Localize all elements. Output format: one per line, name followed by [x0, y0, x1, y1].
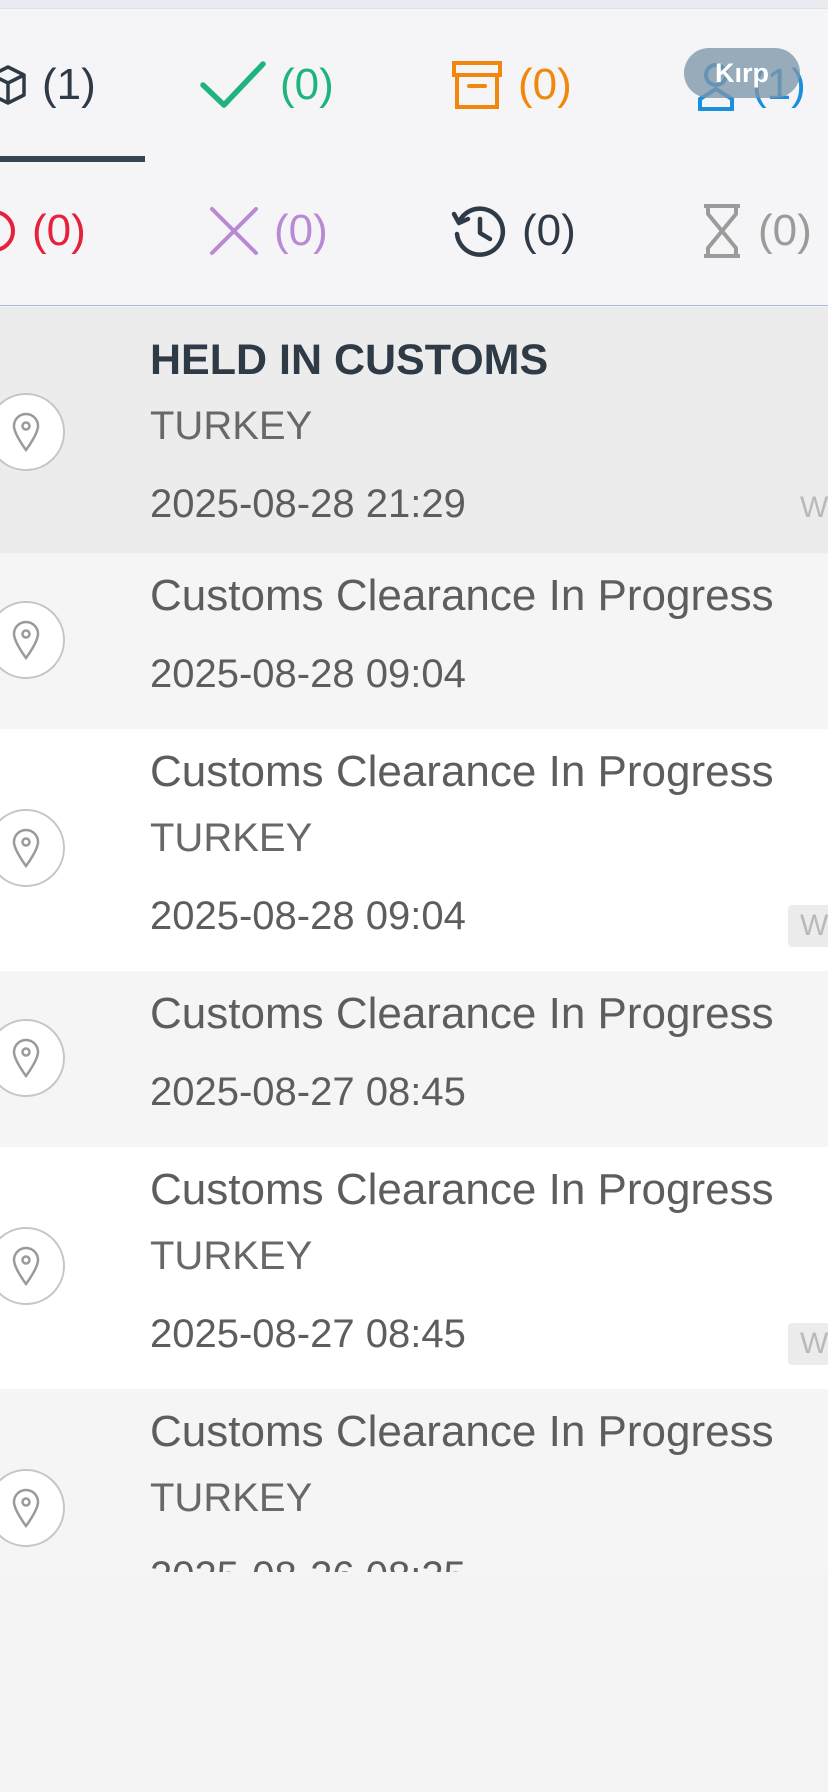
timeline-event[interactable]: Customs Clearance In Progress TURKEY 202…	[0, 1147, 828, 1389]
event-status: Customs Clearance In Progress	[150, 1407, 774, 1456]
event-status: Customs Clearance In Progress	[150, 747, 774, 796]
top-border	[0, 0, 828, 9]
timeline-event[interactable]: Customs Clearance In Progress 2025-08-27…	[0, 971, 828, 1147]
package-icon	[0, 63, 28, 107]
timeline-event[interactable]: HELD IN CUSTOMS TURKEY 2025-08-28 21:29 …	[0, 307, 828, 553]
tab-delivered[interactable]: (0)	[200, 55, 334, 115]
cancel-icon	[208, 205, 260, 257]
history-icon	[450, 202, 508, 260]
tab-count: (0)	[32, 206, 86, 255]
location-pin-icon	[0, 393, 65, 471]
tab-packed[interactable]: (0)	[450, 55, 572, 115]
tab-count: (0)	[758, 206, 812, 255]
tracking-timeline: HELD IN CUSTOMS TURKEY 2025-08-28 21:29 …	[0, 307, 828, 1572]
event-status: HELD IN CUSTOMS	[150, 336, 549, 384]
check-icon	[200, 59, 266, 111]
hourglass-icon	[700, 202, 744, 260]
event-location: TURKEY	[150, 816, 313, 860]
alert-circle-icon	[0, 207, 18, 255]
event-time: 2025-08-27 08:45	[150, 1070, 466, 1114]
event-status: Customs Clearance In Progress	[150, 571, 774, 620]
event-time: 2025-08-26 08:25	[150, 1543, 828, 1572]
event-tag: W	[788, 487, 828, 529]
event-location: TURKEY	[150, 1234, 313, 1278]
location-pin-icon	[0, 1019, 65, 1097]
location-pin-icon	[0, 1469, 65, 1547]
event-location: TURKEY	[150, 1476, 313, 1520]
event-time: 2025-08-28 09:04	[150, 894, 466, 938]
tab-all[interactable]: (1)	[0, 55, 96, 115]
timeline-event[interactable]: Customs Clearance In Progress 2025-08-28…	[0, 553, 828, 729]
timeline-event[interactable]: Customs Clearance In Progress TURKEY 202…	[0, 729, 828, 971]
event-location: TURKEY	[150, 404, 313, 448]
event-status: Customs Clearance In Progress	[150, 1165, 774, 1214]
tab-problem[interactable]: (0)	[0, 201, 86, 261]
event-time: 2025-08-28 09:04	[150, 652, 466, 696]
box-icon	[450, 59, 504, 111]
tab-count: (0)	[522, 206, 576, 255]
tab-count: (0)	[518, 60, 572, 109]
location-pin-icon	[0, 1227, 65, 1305]
event-time: 2025-08-27 08:45	[150, 1312, 466, 1356]
event-status: Customs Clearance In Progress	[150, 989, 774, 1038]
timeline-event[interactable]: Customs Clearance In Progress TURKEY 202…	[0, 1389, 828, 1572]
tab-count: (1)	[42, 60, 96, 109]
location-pin-icon	[0, 601, 65, 679]
tab-history[interactable]: (0)	[450, 201, 576, 261]
tab-count: (0)	[274, 206, 328, 255]
event-tag: W	[788, 905, 828, 947]
active-tab-indicator	[0, 156, 145, 162]
tab-pending[interactable]: (0)	[700, 201, 812, 261]
kirp-button[interactable]: Kırp	[684, 48, 800, 98]
status-filter-bar: (1) (0) (0) (1) (0) (0) (0)	[0, 9, 828, 306]
tab-count: (0)	[280, 60, 334, 109]
event-time: 2025-08-28 21:29	[150, 482, 466, 526]
event-tag: W	[788, 1323, 828, 1365]
tab-cancelled[interactable]: (0)	[208, 201, 328, 261]
location-pin-icon	[0, 809, 65, 887]
